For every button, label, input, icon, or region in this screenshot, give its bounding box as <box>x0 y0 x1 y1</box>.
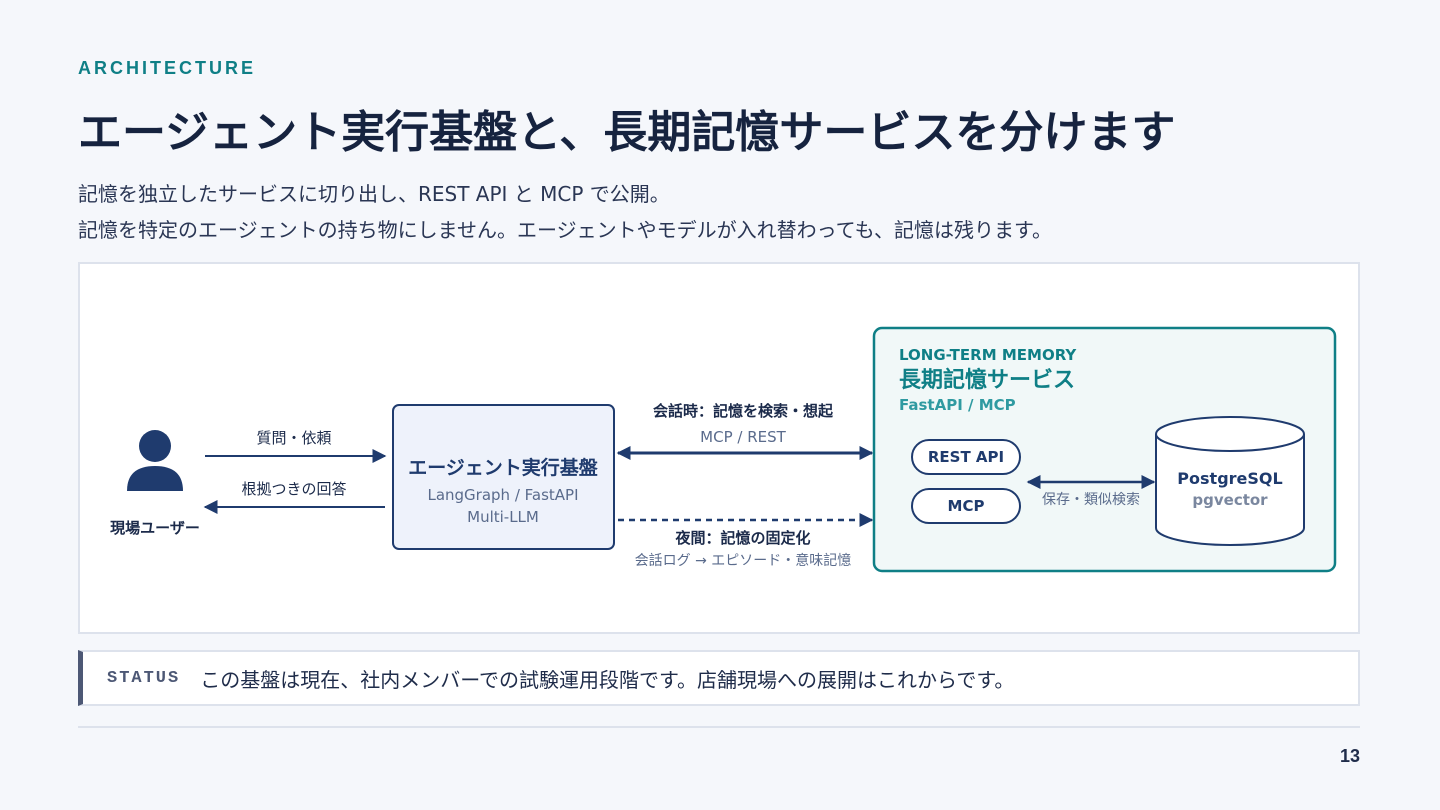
agent-platform-title: エージェント実行基盤 <box>408 456 599 479</box>
person-icon <box>127 430 183 491</box>
sync-arrow-label: 会話時：記憶を検索・想起 <box>653 402 834 420</box>
answer-arrow-label: 根拠つきの回答 <box>241 480 346 498</box>
nightly-arrow-detail: 会話ログ → エピソード・意味記憶 <box>635 552 852 569</box>
database-title: PostgreSQL <box>1177 469 1282 488</box>
request-arrow-label: 質問・依頼 <box>256 429 331 447</box>
database-extension: pgvector <box>1192 491 1268 509</box>
architecture-diagram-panel: 現場ユーザー 質問・依頼 根拠つきの回答 エージェント実行基盤 LangGrap… <box>78 262 1360 634</box>
status-bar: STATUS この基盤は現在、社内メンバーでの試験運用段階です。店舗現場への展開… <box>78 650 1360 706</box>
lead-line-2: 記憶を特定のエージェントの持ち物にしません。エージェントやモデルが入れ替わっても… <box>78 218 1052 242</box>
memory-service-eyebrow: LONG-TERM MEMORY <box>899 346 1077 364</box>
agent-platform-llm: Multi-LLM <box>467 508 539 526</box>
page-number: 13 <box>1339 746 1360 766</box>
status-tag: STATUS <box>107 668 181 688</box>
memory-service-title: 長期記憶サービス <box>899 367 1075 393</box>
rest-api-pill-label: REST API <box>928 448 1004 466</box>
mcp-pill-label: MCP <box>948 497 985 515</box>
page-title: エージェント実行基盤と、長期記憶サービスを分けます <box>78 107 1176 158</box>
nightly-arrow-label: 夜間：記憶の固定化 <box>674 529 810 547</box>
lead-line-1: 記憶を独立したサービスに切り出し、REST API と MCP で公開。 <box>78 182 670 206</box>
memory-service-stack: FastAPI / MCP <box>899 396 1016 414</box>
footer-divider <box>78 726 1360 728</box>
store-search-label: 保存・類似検索 <box>1042 491 1140 508</box>
architecture-diagram: 現場ユーザー 質問・依頼 根拠つきの回答 エージェント実行基盤 LangGrap… <box>110 326 1337 573</box>
sync-arrow-protocol: MCP / REST <box>700 428 786 446</box>
agent-platform-stack: LangGraph / FastAPI <box>427 486 578 504</box>
user-label: 現場ユーザー <box>110 519 200 537</box>
status-text: この基盤は現在、社内メンバーでの試験運用段階です。店舗現場への展開はこれからです… <box>200 667 1015 692</box>
section-eyebrow: ARCHITECTURE <box>78 58 256 78</box>
